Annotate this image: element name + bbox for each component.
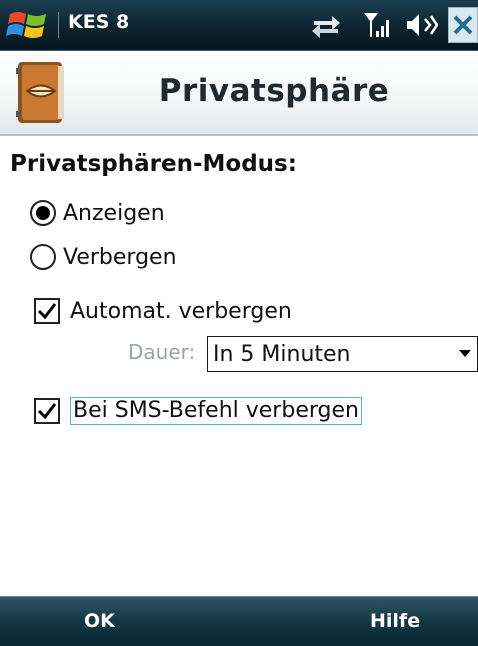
- auto-hide-label: Automat. verbergen: [70, 298, 292, 324]
- signal-strength-icon[interactable]: [362, 10, 394, 40]
- help-button[interactable]: Hilfe: [370, 610, 420, 632]
- auto-hide-checkbox[interactable]: [34, 298, 60, 324]
- checkmark-icon: [37, 303, 57, 320]
- sms-hide-checkbox[interactable]: [34, 398, 60, 424]
- radio-button[interactable]: [30, 244, 56, 270]
- chevron-down-icon[interactable]: [453, 336, 477, 372]
- sms-hide-option[interactable]: Bei SMS-Befehl verbergen: [34, 397, 362, 425]
- radio-button-selected[interactable]: [30, 200, 56, 226]
- ok-button[interactable]: OK: [84, 610, 115, 632]
- close-icon[interactable]: [448, 7, 478, 43]
- app-name: KES 8: [68, 11, 130, 33]
- status-bar: KES 8: [0, 0, 478, 51]
- auto-hide-option[interactable]: Automat. verbergen: [34, 298, 292, 324]
- connectivity-icon[interactable]: [310, 10, 342, 40]
- windows-start-icon[interactable]: [6, 6, 50, 44]
- duration-value: In 5 Minuten: [213, 341, 351, 367]
- radio-show-label: Anzeigen: [63, 200, 165, 226]
- sms-hide-label: Bei SMS-Befehl verbergen: [70, 397, 362, 425]
- title-bar: Privatsphäre: [0, 51, 478, 136]
- duration-label: Dauer:: [128, 340, 196, 364]
- radio-hide-label: Verbergen: [63, 244, 177, 270]
- softkey-bar: OK Hilfe: [0, 596, 478, 646]
- radio-show[interactable]: Anzeigen: [30, 200, 165, 226]
- privacy-mode-heading: Privatsphären-Modus:: [10, 151, 297, 177]
- status-separator: [58, 12, 59, 38]
- page-title: Privatsphäre: [158, 73, 390, 109]
- checkmark-icon: [37, 403, 57, 420]
- radio-hide[interactable]: Verbergen: [30, 244, 177, 270]
- volume-icon[interactable]: [404, 10, 438, 40]
- duration-select[interactable]: In 5 Minuten: [207, 336, 478, 372]
